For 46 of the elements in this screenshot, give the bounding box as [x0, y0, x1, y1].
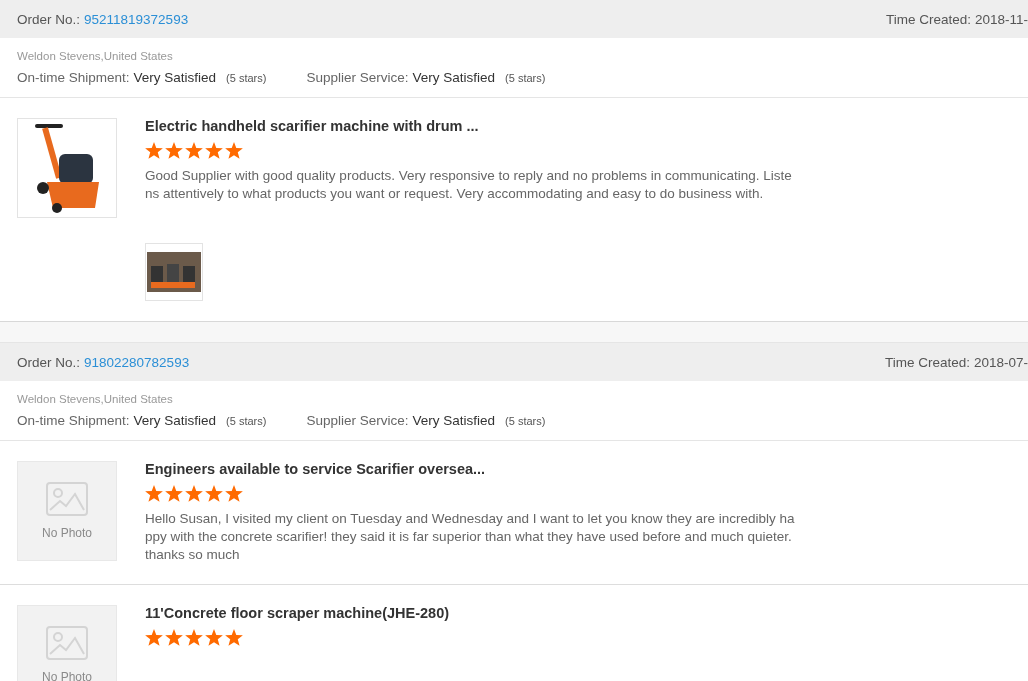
star-icon — [145, 629, 163, 646]
no-photo-label: No Photo — [41, 670, 92, 681]
star-icon — [165, 142, 183, 159]
rating-value: Very Satisfied — [412, 413, 496, 428]
star-icon — [205, 629, 223, 646]
no-photo-label: No Photo — [41, 526, 92, 540]
buyer-name: Weldon Stevens,United States — [17, 393, 174, 405]
image-placeholder-icon — [46, 482, 88, 516]
star-icon — [185, 485, 203, 502]
rating-label: On-time Shipment: — [17, 70, 130, 85]
star-icon — [165, 629, 183, 646]
order-label: Order No.: — [17, 354, 81, 370]
time-label: Time Created: — [885, 11, 971, 27]
order-label: Order No.: — [17, 11, 81, 27]
time-value: 2018-07- — [973, 354, 1028, 370]
star-icon — [225, 485, 243, 502]
rating-note: (5 stars) — [226, 72, 267, 84]
star-icon — [145, 142, 163, 159]
rating-note: (5 stars) — [505, 415, 546, 427]
star-icon — [145, 485, 163, 502]
time-label: Time Created: — [884, 354, 970, 370]
star-icon — [185, 142, 203, 159]
review-text: Hello Susan, I visited my client on Tuesday and Wednesday and I want to let you know they are incredibly happy with the concrete scarifier! they said it is far superior than what they have used before and much quieter. thanks so much — [145, 510, 795, 564]
rating-note: (5 stars) — [505, 72, 546, 84]
rating-value: Very Satisfied — [133, 413, 217, 428]
rating-value: Very Satisfied — [133, 70, 217, 85]
product-title[interactable]: Engineers available to service Scarifier oversea... — [145, 461, 795, 477]
product-title[interactable]: Electric handheld scarifier machine with drum ... — [145, 118, 795, 134]
star-icon — [225, 629, 243, 646]
star-icon — [225, 142, 243, 159]
star-icon — [165, 485, 183, 502]
buyer-name: Weldon Stevens,United States — [17, 50, 174, 62]
rating-label: On-time Shipment: — [17, 413, 130, 428]
attachment-thumbnail[interactable] — [145, 243, 203, 301]
machines-photo — [147, 252, 201, 292]
star-icon — [185, 629, 203, 646]
rating-value: Very Satisfied — [412, 70, 496, 85]
star-icon — [205, 142, 223, 159]
rating-note: (5 stars) — [226, 415, 267, 427]
rating-label: Supplier Service: — [306, 413, 409, 428]
time-value: 2018-11- — [974, 11, 1028, 27]
star-icon — [205, 485, 223, 502]
image-placeholder-icon — [46, 626, 88, 660]
product-title[interactable]: 11'Concrete floor scraper machine(JHE-280) — [145, 605, 795, 621]
rating-label: Supplier Service: — [306, 70, 409, 85]
review-text: Good Supplier with good quality products. Very responsive to reply and no problems in communicating. Listens attentively to what products you want or request. Very accommodating and easy to do business with. — [145, 167, 793, 203]
